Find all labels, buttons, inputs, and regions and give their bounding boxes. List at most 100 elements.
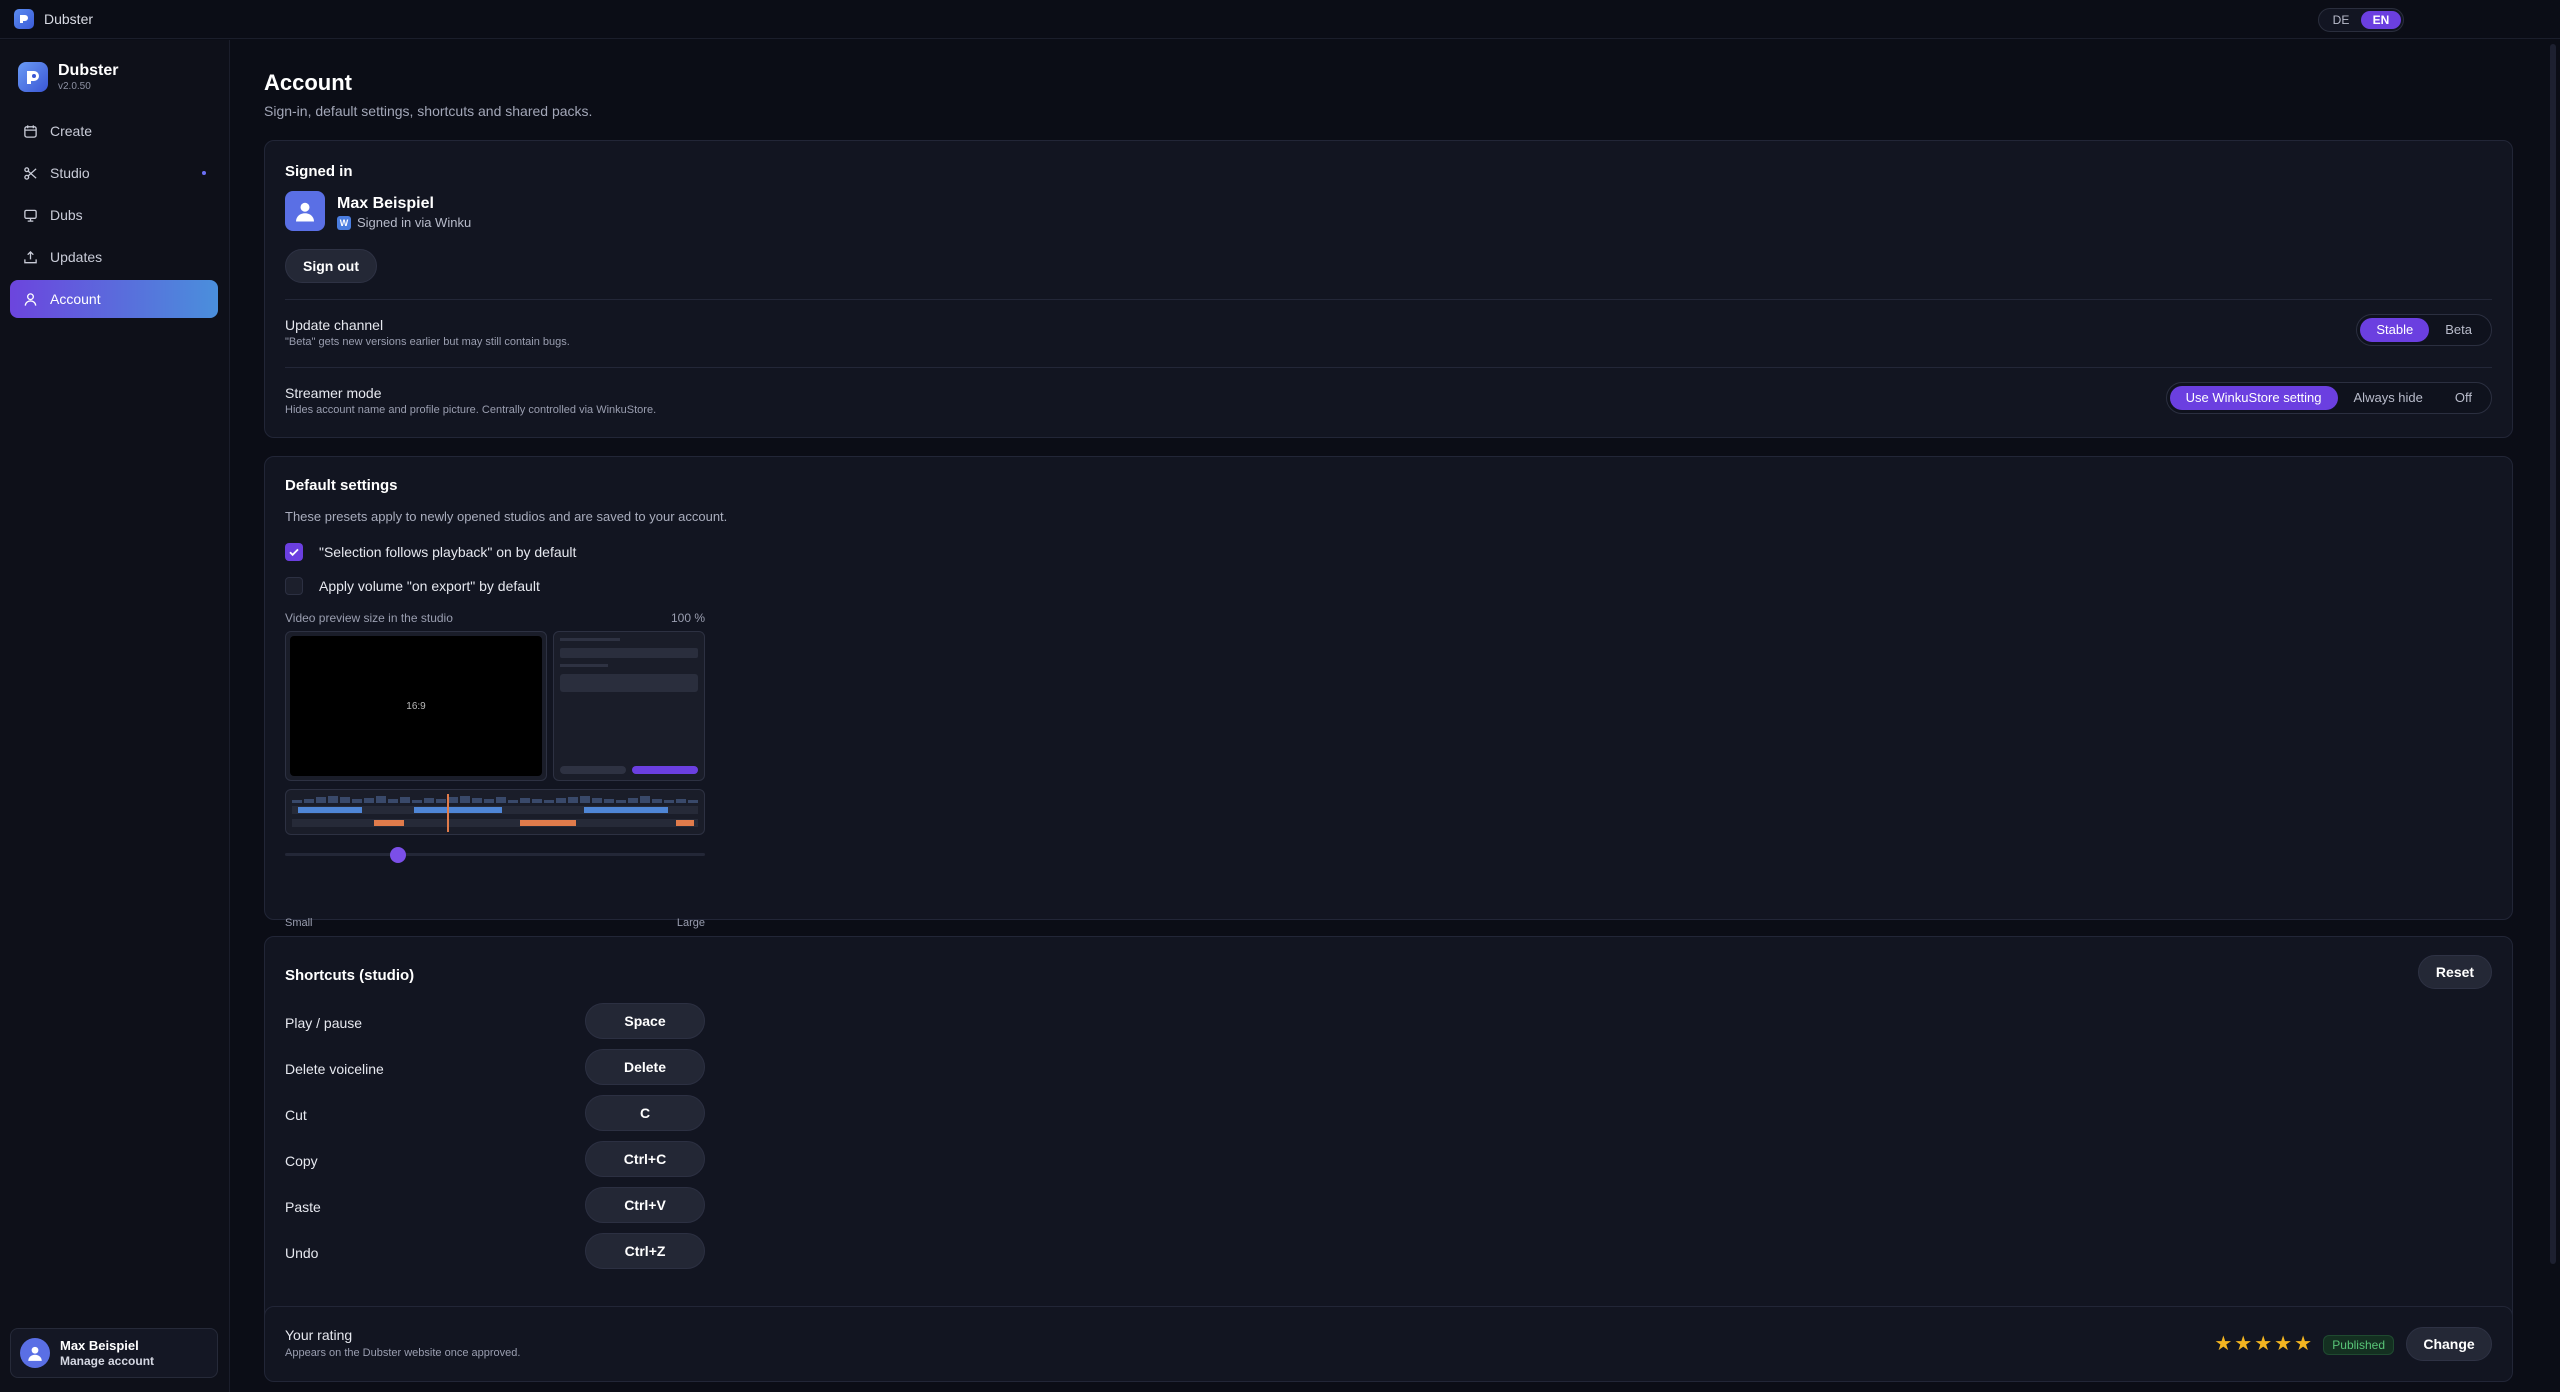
title-bar: Dubster: [0, 0, 2560, 39]
slider-max-label: Large: [676, 917, 705, 929]
user-icon: [22, 291, 38, 307]
winku-icon: W: [337, 215, 351, 230]
shortcuts-card: Shortcuts (studio) Reset Play / pause Sp…: [264, 936, 2513, 1328]
sidebar-item-label: Create: [50, 123, 93, 139]
scissors-icon: [22, 165, 38, 181]
option-use-winkustore[interactable]: Use WinkuStore setting: [2169, 386, 2338, 410]
provider-text: Signed in via Winku: [357, 215, 472, 230]
option-stable[interactable]: Stable: [2360, 318, 2430, 342]
language-option-en[interactable]: EN: [2361, 11, 2401, 29]
star-rating: ★ ★ ★ ★ ★: [2214, 1331, 2314, 1356]
brand-name: Dubster: [58, 62, 119, 79]
sidebar-item-dubs[interactable]: Dubs: [10, 196, 218, 234]
profile-name: Max Beispiel: [337, 195, 434, 212]
slider-track[interactable]: [285, 853, 705, 856]
checkbox-apply-volume[interactable]: Apply volume "on export" by default: [285, 577, 540, 595]
option-always-hide[interactable]: Always hide: [2338, 386, 2439, 410]
signed-in-card: Signed in Max Beispiel W Signed in via W…: [264, 140, 2513, 438]
shortcut-label: Undo: [285, 1245, 319, 1261]
video-preview-area: 16:9: [290, 636, 542, 776]
slider-min-label: Small: [285, 917, 313, 929]
sidebar-item-create[interactable]: Create: [10, 112, 218, 150]
shortcut-label: Paste: [285, 1199, 321, 1215]
user-silhouette-icon: [296, 202, 314, 222]
option-beta[interactable]: Beta: [2429, 318, 2488, 342]
main-content: Account Sign-in, default settings, short…: [231, 40, 2546, 1392]
sign-out-button[interactable]: Sign out: [285, 249, 377, 283]
activity-indicator-dot: [202, 171, 206, 175]
checkbox-label: Apply volume "on export" by default: [319, 578, 540, 594]
slider-thumb[interactable]: [390, 847, 406, 863]
preview-size-value: 100 %: [670, 611, 705, 625]
checkmark-icon: [289, 548, 299, 557]
shortcut-key-button[interactable]: Ctrl+V: [585, 1187, 705, 1223]
update-channel-label: Update channel: [285, 317, 384, 333]
checkbox-checked[interactable]: [285, 543, 303, 561]
sidebar-item-account[interactable]: Account: [10, 280, 218, 318]
section-title: Signed in: [285, 163, 353, 180]
window-title: Dubster: [44, 11, 94, 27]
shortcut-key-button[interactable]: Ctrl+Z: [585, 1233, 705, 1269]
preview-size-slider[interactable]: [285, 847, 705, 863]
status-badge: Published: [2323, 1335, 2394, 1355]
shortcut-key-button[interactable]: Space: [585, 1003, 705, 1039]
timeline-mock: [285, 789, 705, 835]
side-panel-mock: [553, 631, 705, 781]
divider: [285, 299, 2492, 300]
update-channel-toggle[interactable]: Stable Beta: [2356, 314, 2492, 346]
sidebar-nav: Create Studio Dubs Updates Account: [10, 112, 218, 322]
monitor-icon: [22, 207, 38, 223]
update-channel-desc: "Beta" gets new versions earlier but may…: [285, 336, 570, 348]
upload-icon: [22, 249, 38, 265]
preview-mockup: 16:9: [285, 631, 705, 783]
star-icon: ★: [2234, 1333, 2253, 1355]
shortcut-label: Delete voiceline: [285, 1061, 384, 1077]
section-title: Default settings: [285, 477, 398, 494]
scrollbar[interactable]: [2550, 44, 2556, 1264]
sidebar-item-updates[interactable]: Updates: [10, 238, 218, 276]
dubster-logo-icon: [18, 62, 48, 92]
shortcut-key-button[interactable]: Ctrl+C: [585, 1141, 705, 1177]
default-settings-card: Default settings These presets apply to …: [264, 456, 2513, 929]
sidebar-item-label: Account: [50, 291, 101, 307]
checkbox-label: "Selection follows playback" on by defau…: [319, 544, 577, 560]
checkbox-unchecked[interactable]: [285, 577, 303, 595]
star-icon: ★: [2214, 1333, 2233, 1355]
user-name: Max Beispiel: [60, 1338, 139, 1353]
star-icon: ★: [2294, 1333, 2312, 1355]
app-icon: [14, 9, 34, 29]
sidebar: Dubster v2.0.50 Create Studio Dubs Updat…: [0, 40, 230, 1392]
waveform-graphic: [292, 794, 698, 832]
section-title: Shortcuts (studio): [285, 967, 415, 984]
shortcut-key-button[interactable]: Delete: [585, 1049, 705, 1085]
change-rating-button[interactable]: Change: [2406, 1327, 2492, 1361]
rating-label: Your rating: [285, 1327, 353, 1343]
page-title: Account: [264, 70, 352, 95]
reset-shortcuts-button[interactable]: Reset: [2418, 955, 2492, 989]
rating-desc: Appears on the Dubster website once appr…: [285, 1347, 521, 1359]
preview-size-label: Video preview size in the studio: [285, 611, 453, 625]
sidebar-item-label: Dubs: [50, 207, 83, 223]
page-subtitle: Sign-in, default settings, shortcuts and…: [264, 103, 593, 119]
sidebar-item-studio[interactable]: Studio: [10, 154, 218, 192]
streamer-mode-toggle[interactable]: Use WinkuStore setting Always hide Off: [2165, 382, 2492, 414]
profile-avatar: [285, 191, 325, 231]
calendar-icon: [22, 123, 38, 139]
language-option-de[interactable]: DE: [2321, 11, 2361, 29]
manage-account-link[interactable]: Manage account: [60, 1354, 154, 1368]
brand: Dubster v2.0.50: [18, 62, 118, 92]
option-off[interactable]: Off: [2439, 386, 2488, 410]
user-card[interactable]: Max Beispiel Manage account: [10, 1328, 218, 1378]
shortcut-key-button[interactable]: C: [585, 1095, 705, 1131]
shortcut-label: Cut: [285, 1107, 307, 1123]
avatar: [20, 1338, 50, 1368]
shortcut-label: Play / pause: [285, 1015, 363, 1031]
streamer-mode-desc: Hides account name and profile picture. …: [285, 404, 657, 416]
app-version: v2.0.50: [58, 81, 91, 92]
rating-card: Your rating Appears on the Dubster websi…: [264, 1306, 2513, 1382]
divider: [285, 367, 2492, 368]
sidebar-item-label: Studio: [50, 165, 90, 181]
language-switch[interactable]: DE EN: [2318, 8, 2404, 32]
star-icon: ★: [2274, 1333, 2293, 1355]
checkbox-selection-follows[interactable]: "Selection follows playback" on by defau…: [285, 543, 576, 561]
